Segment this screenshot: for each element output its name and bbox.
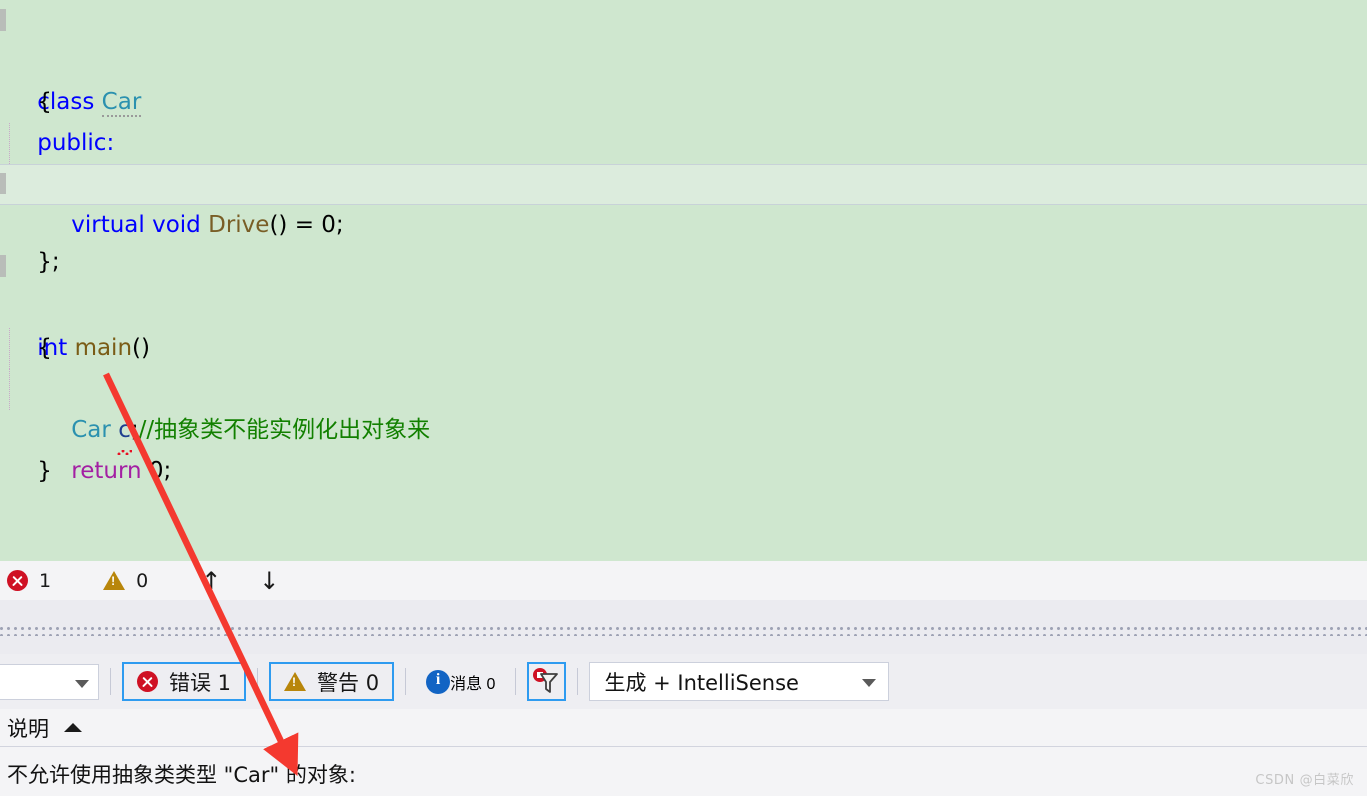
- info-icon: [426, 669, 451, 694]
- description-header[interactable]: 说明: [0, 709, 1367, 747]
- collapse-marker-main[interactable]: [0, 255, 6, 277]
- filter-button[interactable]: [527, 662, 567, 701]
- warnings-filter-button[interactable]: 警告 0: [269, 662, 395, 701]
- build-filter-combobox[interactable]: 生成 + IntelliSense: [589, 662, 890, 701]
- error-icon: [7, 570, 28, 591]
- next-error-button[interactable]: ↓: [259, 561, 279, 600]
- code-line-current[interactable]: };: [0, 164, 1367, 275]
- funnel-icon: [540, 673, 559, 693]
- code-line[interactable]: {: [0, 41, 1367, 115]
- token-keyword-return: return: [71, 458, 142, 484]
- chevron-up-icon[interactable]: [64, 723, 82, 732]
- token-brace-close-main: }: [37, 458, 52, 484]
- warning-icon: [284, 672, 307, 691]
- strip-warning-indicator[interactable]: 0: [103, 561, 148, 600]
- token-return-tail: 0;: [141, 458, 172, 484]
- code-line[interactable]: virtual void Drive() = 0;: [0, 123, 1367, 238]
- code-line[interactable]: {: [0, 287, 1367, 361]
- code-editor[interactable]: class Car { public: virtual void Drive()…: [0, 0, 1367, 561]
- toolbar-drag-grip[interactable]: [0, 617, 1367, 654]
- indent-guide: [9, 328, 10, 369]
- strip-error-indicator[interactable]: 1: [7, 561, 51, 600]
- code-line[interactable]: }: [0, 410, 1367, 484]
- toolbar-separator: [257, 668, 259, 695]
- indent-guide: [9, 369, 10, 410]
- errors-filter-button[interactable]: 错误 1: [122, 662, 247, 701]
- code-line[interactable]: class Car: [0, 0, 1367, 117]
- description-title: 说明: [7, 716, 49, 741]
- toolbar-separator: [405, 668, 407, 695]
- arrow-up-icon: ↑: [201, 566, 222, 595]
- error-list-toolbar: 错误 1 警告 0 消息 0 生成 + IntelliSense: [0, 654, 1367, 709]
- editor-error-strip: 1 0 ↑ ↓: [0, 561, 1367, 601]
- code-line[interactable]: int main(): [0, 246, 1367, 361]
- description-message: 不允许使用抽象类类型 "Car" 的对象:: [7, 763, 356, 787]
- arrow-down-icon: ↓: [259, 566, 280, 595]
- chevron-down-icon: [862, 679, 877, 687]
- error-icon: [137, 671, 158, 692]
- toolbar-separator: [110, 668, 111, 695]
- csdn-watermark: CSDN @白菜欣: [1255, 773, 1354, 788]
- code-line[interactable]: Car c;//抽象类不能实例化出对象来: [0, 328, 1367, 455]
- strip-warning-count: 0: [136, 569, 149, 592]
- messages-filter-button[interactable]: 消息 0: [417, 662, 504, 701]
- errors-filter-label: 错误 1: [169, 670, 232, 695]
- toolbar-separator: [577, 668, 579, 695]
- code-line[interactable]: public:: [0, 82, 1367, 156]
- strip-error-count: 1: [39, 569, 52, 592]
- collapse-marker-class[interactable]: [0, 9, 6, 31]
- messages-filter-label: 消息 0: [450, 675, 496, 693]
- panel-splitter[interactable]: [0, 600, 1367, 618]
- current-line-gutter-marker: [0, 173, 6, 194]
- warnings-filter-label: 警告 0: [317, 670, 380, 695]
- build-filter-value: 生成 + IntelliSense: [604, 670, 799, 695]
- grip-dots: [0, 627, 1367, 636]
- toolbar-separator: [515, 668, 517, 695]
- chevron-down-icon: [75, 679, 89, 688]
- search-combobox[interactable]: [0, 663, 99, 700]
- code-line-blank[interactable]: [0, 205, 1367, 246]
- code-line[interactable]: return 0;: [0, 369, 1367, 484]
- description-pane: 说明 不允许使用抽象类类型 "Car" 的对象:: [0, 709, 1367, 796]
- indent-guide: [9, 123, 10, 164]
- prev-error-button[interactable]: ↑: [201, 561, 221, 600]
- warning-icon: [103, 571, 126, 590]
